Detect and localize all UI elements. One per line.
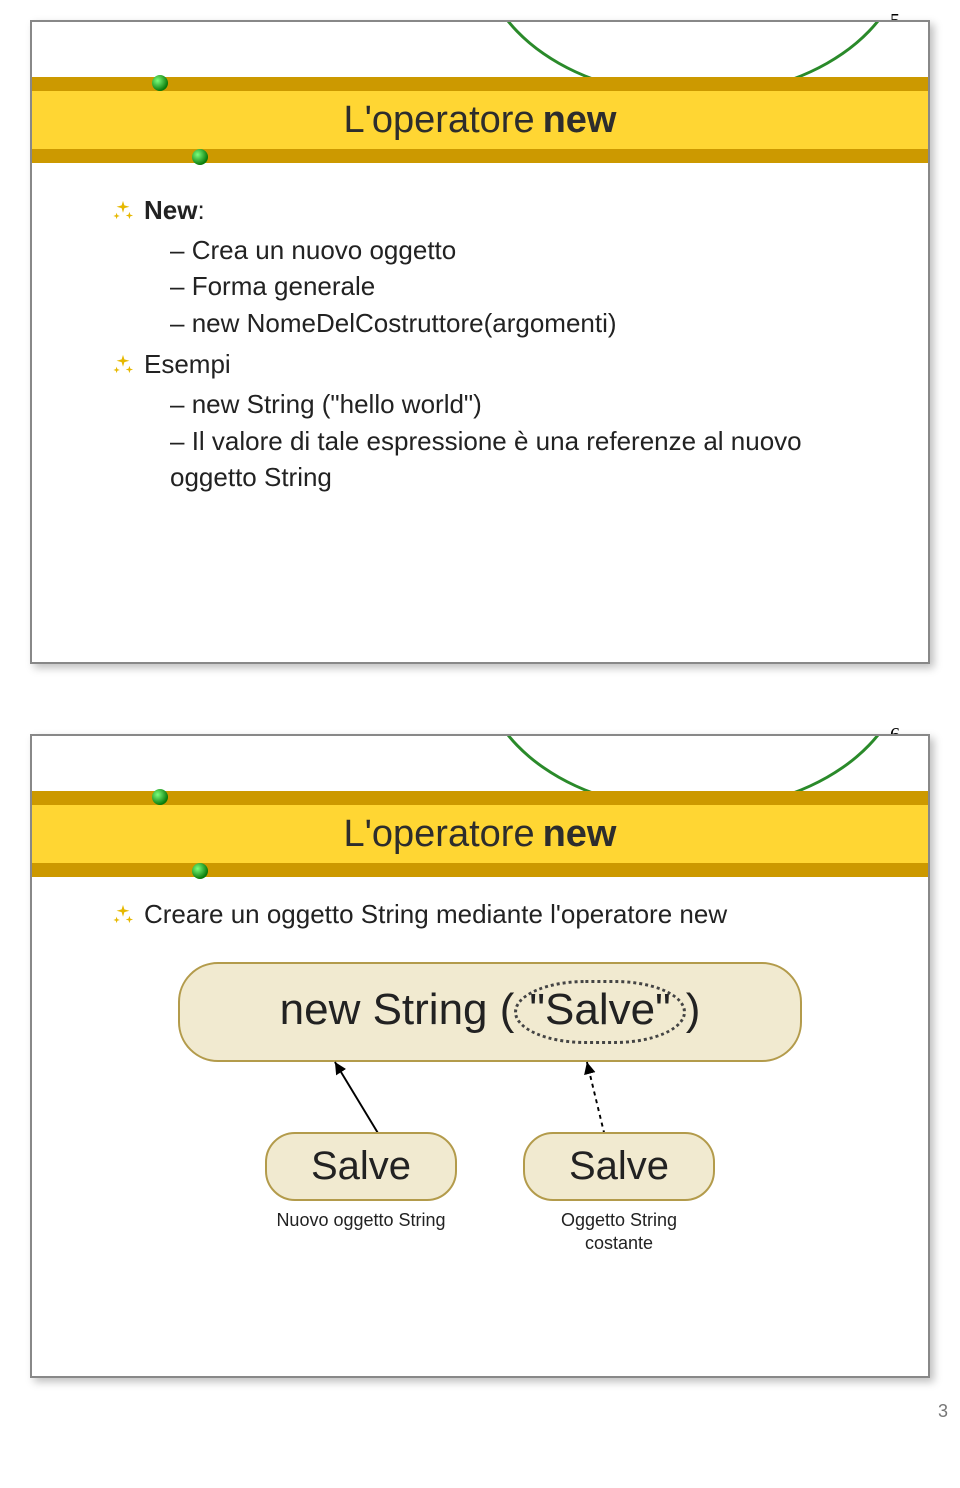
title-text: L'operatore [344, 813, 535, 856]
code-argument-oval: "Salve" [514, 980, 685, 1044]
caption-line2: costante [585, 1233, 653, 1253]
slide-title: L'operatore new [32, 91, 928, 149]
sparkle-icon [112, 353, 134, 375]
sparkle-icon [112, 199, 134, 221]
title-banner: L'operatore new [32, 791, 928, 877]
bullet-row: Esempi [112, 347, 868, 382]
sub-item: new NomeDelCostruttore(argomenti) [170, 305, 868, 341]
bold-word: NomeDelCostruttore(argomenti) [239, 308, 616, 338]
bullet-text: Creare un oggetto String mediante l'oper… [144, 897, 727, 932]
caption: Oggetto String costante [561, 1209, 677, 1256]
bullet-row: New: [112, 193, 868, 228]
sub-item: new String ("hello world") [170, 386, 868, 422]
sub-list: new String ("hello world") Il valore di … [170, 386, 868, 495]
green-dot-icon [192, 863, 208, 879]
slide-body: Creare un oggetto String mediante l'oper… [32, 877, 928, 1276]
bullet-row: Creare un oggetto String mediante l'oper… [112, 897, 868, 932]
green-dot-icon [192, 149, 208, 165]
title-text: L'operatore [344, 99, 535, 142]
code-pre: new String ( [280, 985, 515, 1034]
green-dot-icon [152, 789, 168, 805]
slide-2: L'operatore new Creare un oggetto String… [30, 734, 930, 1378]
sub-item: Forma generale [170, 268, 868, 304]
slide-title: L'operatore new [32, 805, 928, 863]
green-dot-icon [152, 75, 168, 91]
bullet-text: Esempi [144, 347, 231, 382]
bold-word: new [192, 308, 240, 338]
plain-text: : [197, 195, 204, 225]
caption-line1: Oggetto String [561, 1210, 677, 1230]
slide-body: New: Crea un nuovo oggetto Forma general… [32, 163, 928, 516]
title-bold: new [543, 813, 617, 856]
sparkle-icon [112, 903, 134, 925]
sub-list: Crea un nuovo oggetto Forma generale new… [170, 232, 868, 341]
right-column: Salve Oggetto String costante [523, 1132, 715, 1256]
banner-bar-bot [32, 149, 928, 163]
title-banner: L'operatore new [32, 77, 928, 163]
sub-item: Il valore di tale espressione è una refe… [170, 423, 868, 496]
footer-page-number: 3 [938, 1401, 948, 1422]
banner-bar-bot [32, 863, 928, 877]
result-bubble: Salve [265, 1132, 457, 1201]
left-column: Salve Nuovo oggetto String [265, 1132, 457, 1232]
sub-item: Crea un nuovo oggetto [170, 232, 868, 268]
title-bold: new [543, 99, 617, 142]
bold-word: New [144, 195, 197, 225]
slide-1: L'operatore new New: Crea un nuovo ogget… [30, 20, 930, 664]
code-bubble: new String ("Salve") [178, 962, 802, 1062]
constant-bubble: Salve [523, 1132, 715, 1201]
code-post: ) [686, 985, 701, 1034]
bullet-text: New: [144, 193, 205, 228]
bubbles-row: Salve Nuovo oggetto String Salve Oggetto… [112, 1132, 868, 1256]
caption: Nuovo oggetto String [276, 1209, 445, 1232]
